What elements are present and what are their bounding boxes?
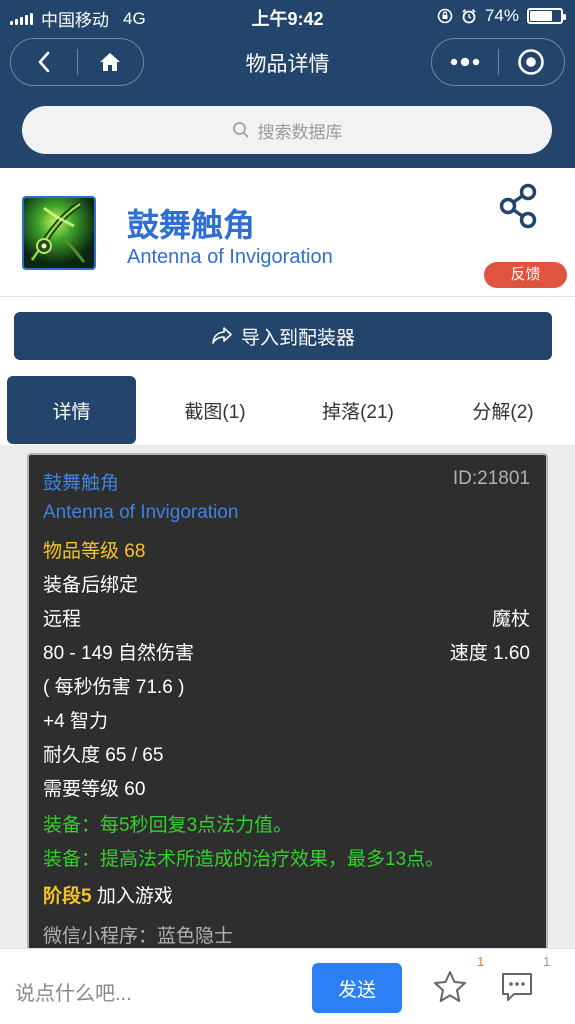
status-bar: 中国移动 4G 上午9:42 74% [0, 0, 575, 34]
tab-drops-label: 掉落(21) [322, 401, 394, 423]
tab-drops[interactable]: 掉落(21) [293, 376, 423, 444]
search-bar[interactable]: 搜索数据库 [22, 106, 552, 154]
tab-screenshots-label: 截图(1) [184, 401, 246, 423]
tab-bar: 详情 截图(1) 掉落(21) 分解(2) [0, 375, 575, 445]
battery-text: 74% [484, 6, 519, 25]
tooltip-type: 魔杖 [491, 609, 530, 630]
send-button[interactable]: 发送 [312, 963, 402, 1013]
more-dots-icon [450, 57, 479, 67]
tooltip-name-cn: 鼓舞触角 [43, 473, 120, 494]
item-icon-image[interactable] [22, 196, 96, 270]
favorite-count: 1 [477, 954, 485, 969]
item-name-en: Antenna of Invigoration [127, 246, 333, 268]
tooltip-dps: ( 每秒伤害 71.6 ) [43, 677, 185, 698]
comment-bar: 说点什么吧... 发送 1 1 [0, 948, 575, 1024]
battery-icon [527, 8, 566, 24]
import-to-gear-planner-button[interactable]: 导入到配装器 [14, 312, 552, 360]
comment-input[interactable]: 说点什么吧... [15, 977, 132, 1006]
tab-disenchant[interactable]: 分解(2) [438, 376, 568, 444]
tooltip-source: 微信小程序：蓝色隐士 [43, 926, 234, 947]
rotation-lock-icon [437, 8, 453, 24]
comments-button[interactable] [500, 971, 534, 1008]
share-button[interactable] [494, 182, 542, 235]
tooltip-name-en: Antenna of Invigoration [43, 502, 239, 523]
import-section: 导入到配装器 [0, 297, 575, 375]
star-icon [434, 971, 466, 1002]
alarm-icon [462, 9, 476, 24]
tooltip-durability: 耐久度 65 / 65 [43, 745, 164, 766]
item-name-cn: 鼓舞触角 [127, 207, 256, 243]
tooltip-item-level: 物品等级 68 [43, 541, 146, 562]
item-tooltip: 鼓舞触角 ID:21801 Antenna of Invigoration 物品… [27, 453, 548, 973]
tooltip-bind: 装备后绑定 [43, 575, 139, 596]
share-arrow-icon [212, 327, 232, 344]
comment-count: 1 [543, 954, 551, 969]
tooltip-stat: +4 智力 [43, 711, 108, 732]
tooltip-phase-label: 阶段5 [43, 886, 92, 907]
tab-details[interactable]: 详情 [7, 376, 136, 444]
tooltip-slot: 远程 [43, 609, 82, 630]
favorite-button[interactable] [432, 969, 468, 1010]
comment-icon [502, 973, 532, 1001]
tooltip-damage: 80 - 149 自然伤害 [43, 643, 194, 664]
close-miniprogram-button[interactable] [499, 39, 565, 85]
antenna-item-icon [24, 198, 94, 268]
nav-bar: 物品详情 [0, 34, 575, 90]
target-icon [518, 49, 545, 75]
app-header: 中国移动 4G 上午9:42 74% 物品详情 搜索数据库 [0, 0, 575, 168]
tooltip-equip-effect-2: 装备：提高法术所造成的治疗效果，最多13点。 [43, 849, 445, 870]
tab-screenshots[interactable]: 截图(1) [150, 376, 280, 444]
more-button[interactable] [432, 39, 498, 85]
tab-disenchant-label: 分解(2) [472, 401, 534, 423]
tab-details-label: 详情 [52, 401, 91, 423]
feedback-button[interactable]: 反馈 [484, 262, 567, 288]
import-button-label: 导入到配装器 [240, 327, 355, 349]
tooltip-phase: 阶段5 加入游戏 [43, 881, 173, 908]
search-placeholder: 搜索数据库 [257, 122, 343, 142]
nav-right-capsule [431, 38, 565, 86]
tooltip-speed: 速度 1.60 [449, 643, 530, 664]
tooltip-equip-effect-1: 装备：每5秒回复3点法力值。 [43, 815, 293, 836]
item-header-card: 鼓舞触角 Antenna of Invigoration 反馈 [0, 168, 575, 296]
search-icon [232, 122, 249, 138]
tooltip-required-level: 需要等级 60 [43, 779, 146, 800]
tooltip-phase-text: 加入游戏 [91, 886, 173, 907]
share-icon [499, 183, 537, 229]
tooltip-id: ID:21801 [452, 468, 530, 489]
